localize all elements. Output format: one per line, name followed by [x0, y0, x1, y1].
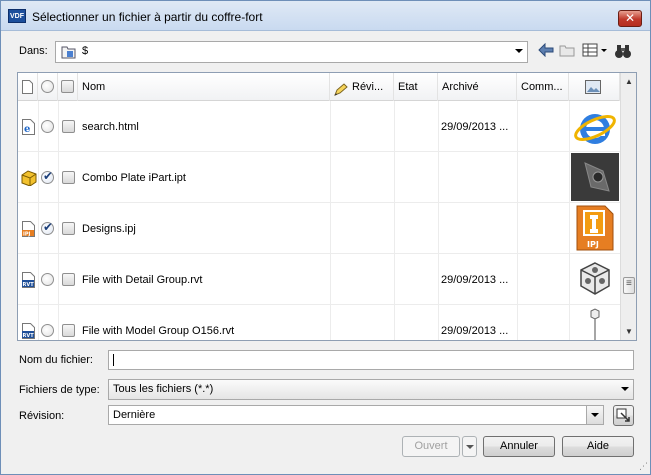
revision-dropdown-button[interactable]	[586, 406, 603, 424]
chevron-down-icon[interactable]	[591, 413, 599, 417]
row-radio-checked[interactable]	[41, 220, 54, 235]
back-arrow-icon[interactable]	[537, 42, 555, 61]
chevron-down-icon[interactable]	[515, 49, 523, 53]
column-name[interactable]: Nom	[78, 73, 330, 101]
cube-thumbnail	[571, 259, 619, 307]
location-combo[interactable]: $	[55, 41, 528, 63]
pin-thumbnail	[571, 307, 619, 340]
chevron-down-icon[interactable]	[621, 387, 629, 391]
location-label: Dans:	[19, 45, 48, 57]
column-revision[interactable]: Révi...	[330, 73, 394, 101]
column-comment[interactable]: Comm...	[517, 73, 569, 101]
open-button[interactable]: Ouvert	[402, 436, 460, 457]
column-revision-label: Révi...	[352, 81, 384, 93]
close-button[interactable]: ✕	[618, 10, 642, 27]
rvt-file-icon: RVT	[21, 272, 36, 288]
revision-picker-icon	[616, 408, 630, 422]
column-type[interactable]	[18, 73, 38, 101]
row-radio[interactable]	[41, 120, 54, 133]
column-thumbnail[interactable]	[569, 73, 620, 101]
project-file-icon: IPJ	[21, 221, 36, 238]
header-radio[interactable]	[41, 80, 54, 93]
part-file-icon	[20, 170, 37, 187]
rvt-icon-label: RVT	[23, 333, 35, 339]
title-bar[interactable]: VDF Sélectionner un fichier à partir du …	[1, 1, 650, 31]
table-row[interactable]: RVT File with Model Group O156.rvt 29/09…	[18, 305, 620, 340]
row-radio-checked[interactable]	[41, 169, 54, 184]
vault-app-icon: VDF	[8, 9, 26, 23]
find-binoculars-icon[interactable]	[613, 43, 633, 61]
filetype-label: Fichiers de type:	[19, 384, 100, 396]
row-checkbox[interactable]	[62, 222, 75, 235]
table-row[interactable]: IPJ Designs.ipj IPJ	[18, 203, 620, 254]
chevron-down-icon	[466, 445, 474, 449]
archived-date: 29/09/2013 ...	[441, 325, 509, 337]
archived-date: 29/09/2013 ...	[441, 274, 509, 286]
table-row[interactable]: Combo Plate iPart.ipt	[18, 152, 620, 203]
file-name: File with Detail Group.rvt	[82, 274, 203, 286]
vertical-scrollbar[interactable]: ▲ ▼	[620, 73, 636, 340]
filename-label: Nom du fichier:	[19, 354, 93, 366]
resize-grip-icon[interactable]: ⋰	[639, 461, 648, 472]
row-checkbox[interactable]	[62, 324, 75, 337]
document-icon	[22, 80, 33, 94]
pencil-tag-icon	[333, 80, 348, 101]
text-caret	[113, 354, 114, 366]
up-folder-icon[interactable]	[558, 43, 576, 61]
table-row[interactable]: RVT File with Detail Group.rvt 29/09/201…	[18, 254, 620, 305]
html-file-icon: e	[21, 119, 36, 135]
column-archived[interactable]: Archivé	[438, 73, 517, 101]
header-checkbox[interactable]	[61, 80, 74, 93]
picture-icon	[585, 80, 601, 94]
column-checkbox[interactable]	[58, 73, 78, 101]
revision-value: Dernière	[113, 409, 156, 421]
scroll-up-icon[interactable]: ▲	[621, 73, 636, 90]
rvt-file-icon: RVT	[21, 323, 36, 339]
view-menu-icon[interactable]	[581, 43, 609, 61]
filename-input[interactable]	[108, 350, 634, 370]
column-radio[interactable]	[38, 73, 58, 101]
revision-label: Révision:	[19, 410, 65, 422]
row-checkbox[interactable]	[62, 171, 75, 184]
row-checkbox[interactable]	[62, 120, 75, 133]
column-state[interactable]: Etat	[394, 73, 438, 101]
file-name: Combo Plate iPart.ipt	[82, 172, 186, 184]
scroll-down-icon[interactable]: ▼	[621, 323, 636, 340]
scroll-thumb[interactable]	[623, 277, 635, 294]
svg-text:e: e	[24, 124, 30, 135]
file-name: search.html	[82, 121, 139, 133]
row-radio[interactable]	[41, 324, 54, 337]
ipj-thumbnail: IPJ	[571, 205, 619, 253]
vault-folder-icon	[61, 44, 77, 63]
revision-select[interactable]: Dernière	[108, 405, 604, 425]
revision-picker-button[interactable]	[613, 405, 634, 426]
ie-logo-icon	[571, 102, 619, 150]
open-options-button[interactable]	[462, 436, 477, 457]
file-name: File with Model Group O156.rvt	[82, 325, 235, 337]
row-radio[interactable]	[41, 273, 54, 286]
metal-part-thumbnail	[571, 153, 619, 201]
file-list[interactable]: Nom Révi... Etat Archivé Comm... e searc…	[17, 72, 637, 341]
cancel-button[interactable]: Annuler	[483, 436, 555, 457]
location-value: $	[82, 45, 89, 57]
help-button[interactable]: Aide	[562, 436, 634, 457]
table-row[interactable]: e search.html 29/09/2013 ...	[18, 101, 620, 152]
window-title: Sélectionner un fichier à partir du coff…	[32, 10, 263, 24]
filetype-select[interactable]: Tous les fichiers (*.*)	[108, 379, 634, 400]
file-name: Designs.ipj	[82, 223, 136, 235]
svg-text:IPJ: IPJ	[23, 232, 31, 238]
row-checkbox[interactable]	[62, 273, 75, 286]
rvt-icon-label: RVT	[23, 282, 35, 288]
archived-date: 29/09/2013 ...	[441, 121, 509, 133]
column-header-row: Nom Révi... Etat Archivé Comm...	[18, 73, 620, 101]
ipj-thumb-label: IPJ	[587, 240, 599, 249]
dialog-window: VDF Sélectionner un fichier à partir du …	[0, 0, 651, 475]
filetype-value: Tous les fichiers (*.*)	[113, 383, 214, 395]
